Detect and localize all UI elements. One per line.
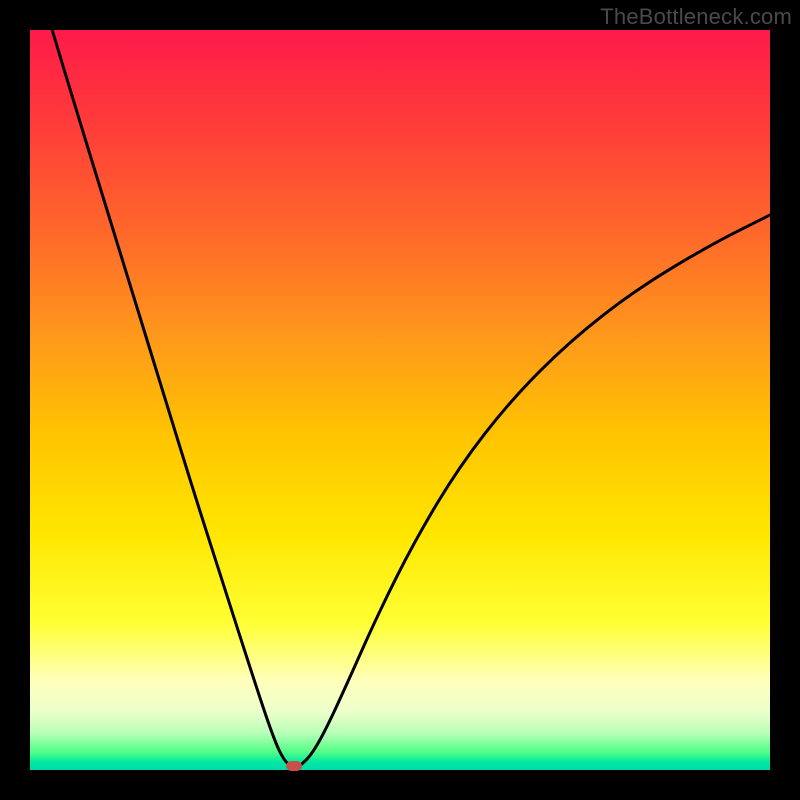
curve-left [52,30,293,766]
watermark-text: TheBottleneck.com [600,4,792,30]
curve-svg [30,30,770,770]
optimal-marker [286,761,302,771]
plot-area [30,30,770,770]
curve-right [300,215,770,766]
chart-frame: TheBottleneck.com [0,0,800,800]
